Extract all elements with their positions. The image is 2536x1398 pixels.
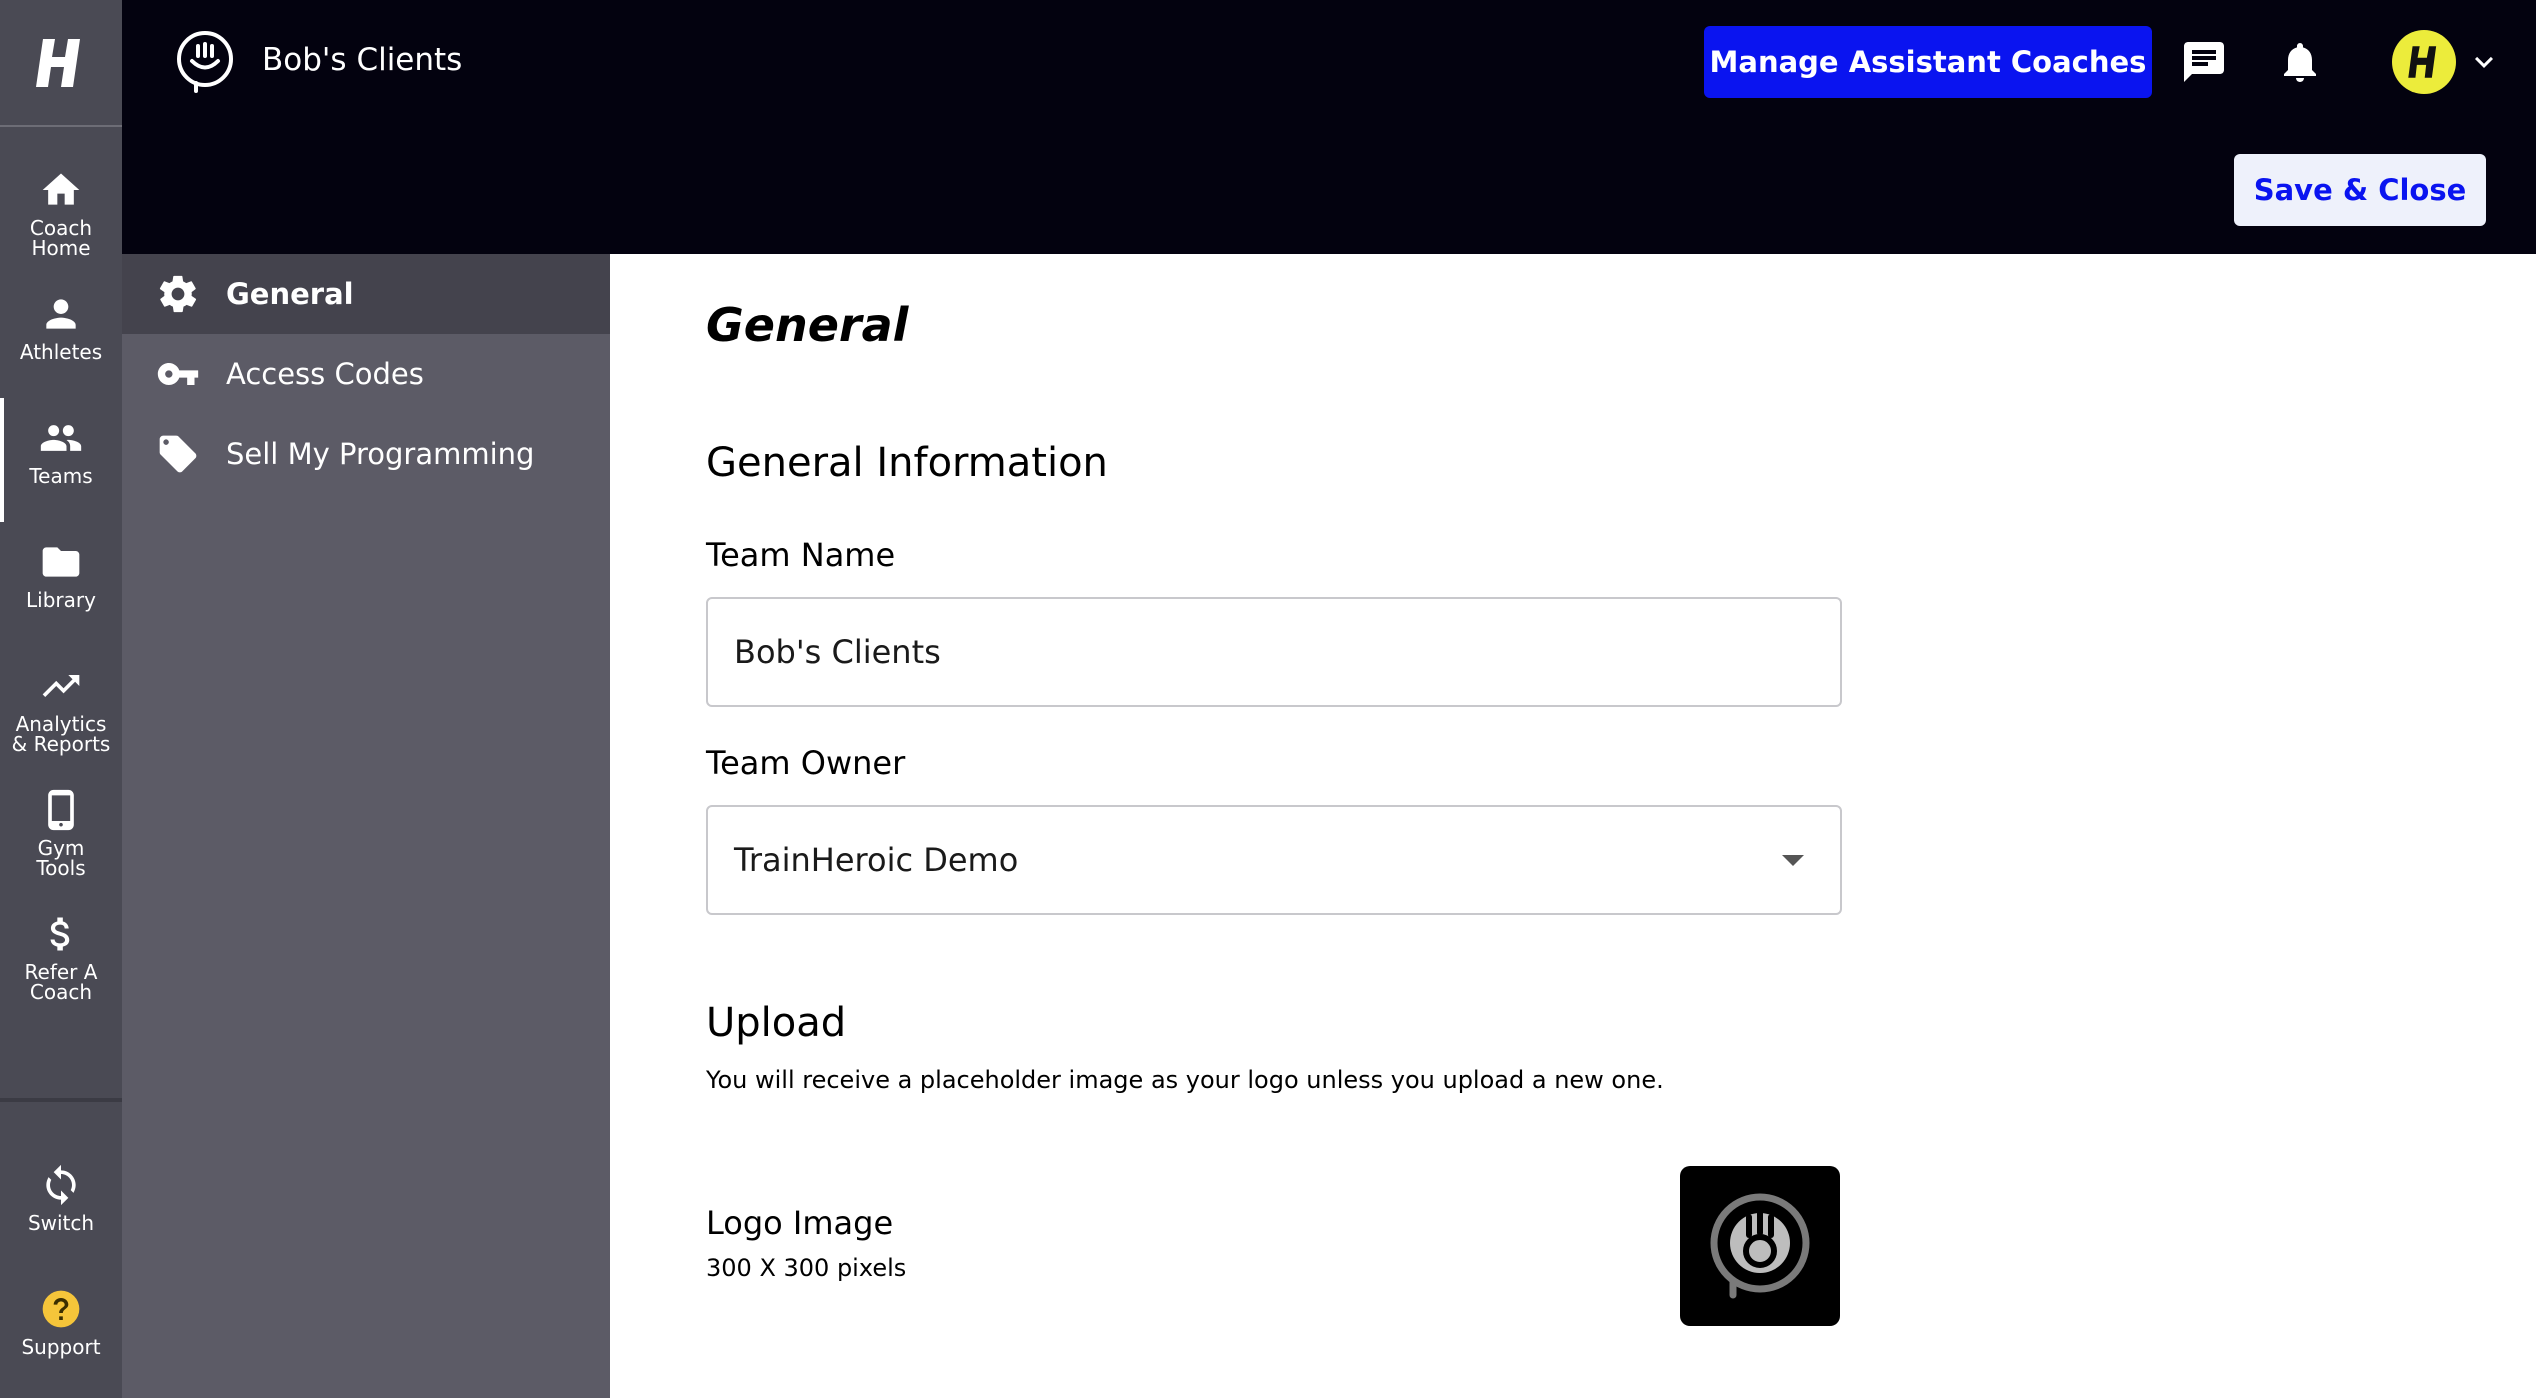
avatar[interactable] — [2392, 30, 2456, 94]
subnav-item-label: Access Codes — [226, 357, 424, 391]
home-icon — [42, 173, 80, 205]
rail-item-athletes[interactable]: Athletes — [0, 274, 122, 398]
caret-down-icon — [1782, 855, 1804, 866]
dollar-icon — [50, 917, 70, 951]
team-name-label: Team Name — [706, 536, 896, 574]
rail-item-coach-home[interactable]: Coach Home — [0, 150, 122, 274]
rail-item-gym-tools[interactable]: Gym Tools — [0, 770, 122, 894]
main-content: General General Information Team Name Te… — [610, 254, 2536, 1398]
rail-item-label: Gym Tools — [36, 836, 86, 880]
team-title: Bob's Clients — [262, 42, 463, 78]
team-owner-label: Team Owner — [706, 744, 906, 782]
rail-item-analytics[interactable]: Analytics & Reports — [0, 646, 122, 770]
rail-item-label: Support — [21, 1335, 101, 1359]
rail-bottom: Switch Support — [0, 1145, 122, 1393]
general-information-heading: General Information — [706, 440, 1108, 486]
upload-description: You will receive a placeholder image as … — [706, 1066, 1664, 1094]
subnav-item-label: General — [226, 277, 354, 311]
rail-nav: Coach Home Athletes Teams Library Analyt… — [0, 150, 122, 1018]
rail-item-switch[interactable]: Switch — [0, 1145, 122, 1269]
logo-size-hint: 300 X 300 pixels — [706, 1254, 907, 1282]
manage-assistant-coaches-button[interactable]: Manage Assistant Coaches — [1704, 26, 2152, 98]
tag-icon — [159, 435, 197, 473]
rail-item-label: Analytics & Reports — [11, 712, 111, 756]
rail-item-teams[interactable]: Teams — [0, 398, 122, 522]
trending-up-icon — [42, 675, 80, 697]
help-icon — [42, 1290, 80, 1328]
people-icon — [40, 425, 82, 451]
rail-item-support[interactable]: Support — [0, 1269, 122, 1393]
subnav-item-label: Sell My Programming — [226, 437, 535, 471]
trainheroic-logo-icon — [36, 38, 80, 87]
app-logo[interactable] — [0, 0, 122, 127]
top-bar: Bob's Clients Manage Assistant Coaches S… — [122, 0, 2536, 254]
left-rail: Coach Home Athletes Teams Library Analyt… — [0, 0, 122, 1398]
upload-heading: Upload — [706, 1000, 847, 1046]
team-logo-icon — [1710, 1193, 1810, 1299]
logo-image-label: Logo Image — [706, 1204, 894, 1242]
logo-image-preview[interactable] — [1680, 1166, 1840, 1326]
rail-item-label: Library — [26, 588, 96, 612]
rail-item-label: Switch — [27, 1211, 95, 1235]
rail-item-refer-a-coach[interactable]: Refer A Coach — [0, 894, 122, 1018]
team-owner-selected-value: TrainHeroic Demo — [734, 841, 1019, 879]
save-and-close-button[interactable]: Save & Close — [2234, 154, 2486, 226]
subnav-item-general[interactable]: General — [122, 254, 610, 334]
rail-item-label: Refer A Coach — [24, 960, 98, 1004]
chat-icon[interactable] — [2180, 38, 2228, 86]
rail-item-label: Athletes — [19, 340, 103, 364]
team-logo-icon — [177, 31, 233, 93]
rail-item-label: Coach Home — [29, 216, 93, 260]
rail-item-label: Teams — [29, 464, 93, 488]
gear-icon — [159, 275, 197, 313]
person-icon — [46, 299, 76, 329]
folder-icon — [42, 547, 80, 577]
team-name-input[interactable] — [706, 597, 1842, 707]
key-icon — [157, 363, 199, 385]
settings-sidebar: General Access Codes Sell My Programming — [122, 254, 610, 1398]
sync-icon — [46, 1164, 76, 1206]
phone-icon — [48, 789, 74, 831]
trainheroic-logo-icon — [2408, 46, 2437, 78]
subnav-item-sell-my-programming[interactable]: Sell My Programming — [122, 414, 610, 494]
rail-item-library[interactable]: Library — [0, 522, 122, 646]
subnav-item-access-codes[interactable]: Access Codes — [122, 334, 610, 414]
page-title: General — [706, 298, 909, 352]
chevron-down-icon[interactable] — [2466, 44, 2502, 80]
bell-icon[interactable] — [2276, 38, 2324, 86]
team-owner-select[interactable]: TrainHeroic Demo — [706, 805, 1842, 915]
rail-divider — [0, 1098, 122, 1102]
